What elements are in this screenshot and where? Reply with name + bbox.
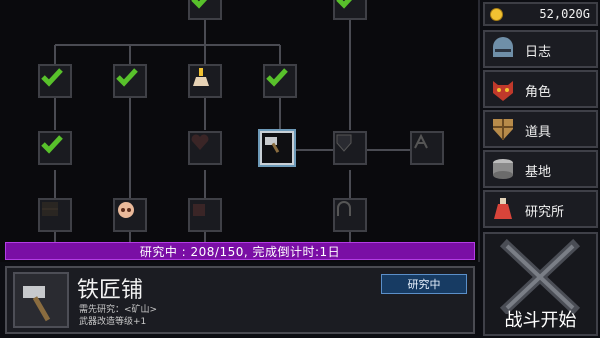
checkmark-icon [191, 0, 208, 9]
menu-item-character[interactable]: 角色 [483, 70, 598, 108]
battle-start-label: 战斗开始 [504, 310, 577, 331]
drum-icon [493, 159, 513, 179]
hammer-icon [262, 133, 292, 163]
menu-label-lab: 研究所 [525, 205, 565, 220]
menu-label-character: 角色 [525, 85, 552, 100]
gold-display: 52,020G [483, 2, 598, 26]
research-node[interactable] [113, 64, 147, 98]
research-node[interactable] [188, 198, 222, 232]
research-node-selected[interactable] [260, 131, 294, 165]
detail-req-line1: 需先研究：<矿山> [79, 305, 158, 315]
research-node[interactable] [38, 64, 72, 98]
research-node[interactable] [333, 131, 367, 165]
research-status-label: 研究中 [407, 278, 441, 291]
heart-icon [190, 133, 220, 163]
research-node[interactable] [333, 198, 367, 232]
menu-item-items[interactable]: 道具 [483, 110, 598, 148]
anvil-icon [190, 66, 220, 96]
coin-icon [490, 8, 503, 21]
research-progress-text: 研究中 : 208/150, 完成倒计时:1日 [139, 244, 341, 259]
checkmark-icon [336, 0, 353, 9]
checkmark-icon [41, 68, 63, 87]
research-node[interactable] [188, 64, 222, 98]
detail-title: 铁匠铺 [77, 278, 144, 303]
rune-icon [412, 133, 442, 163]
research-progress-bar: 研究中 : 208/150, 完成倒计时:1日 [5, 242, 475, 260]
menu-item-base[interactable]: 基地 [483, 150, 598, 188]
checkmark-icon [266, 68, 288, 87]
research-node[interactable] [38, 131, 72, 165]
shield-icon [493, 119, 513, 140]
research-node[interactable] [188, 0, 222, 20]
detail-hammer-icon [13, 272, 69, 328]
helmet-icon [493, 37, 513, 57]
gold-amount: 52,020G [539, 7, 590, 21]
menu-item-log[interactable]: 日志 [483, 30, 598, 68]
detail-requirements: 需先研究：<矿山> 武器改造等级+1 [79, 304, 157, 328]
menu-label-items: 道具 [525, 125, 552, 140]
potion-icon [494, 198, 512, 219]
research-detail-panel: 铁匠铺 需先研究：<矿山> 武器改造等级+1 研究中 [5, 266, 475, 334]
skull-icon [115, 200, 145, 230]
shield-outline-icon [335, 133, 365, 163]
research-node[interactable] [263, 64, 297, 98]
research-node[interactable] [113, 198, 147, 232]
research-tree [0, 0, 480, 262]
menu-label-log: 日志 [525, 45, 552, 60]
research-status-button[interactable]: 研究中 [381, 274, 467, 294]
bookshelf-icon [40, 200, 70, 230]
battle-start-button[interactable]: 战斗开始 [483, 232, 598, 336]
checkmark-icon [41, 135, 63, 154]
detail-req-line2: 武器改造等级+1 [79, 317, 147, 327]
research-node[interactable] [410, 131, 444, 165]
research-node[interactable] [188, 131, 222, 165]
research-node[interactable] [38, 198, 72, 232]
research-node[interactable] [333, 0, 367, 20]
menu-item-lab[interactable]: 研究所 [483, 190, 598, 228]
demon-mask-icon [493, 81, 513, 101]
checkmark-icon [116, 68, 138, 87]
arch-icon [335, 200, 365, 230]
menu-label-base: 基地 [525, 165, 552, 180]
crossed-swords-icon [499, 238, 581, 314]
armor-icon [190, 200, 220, 230]
